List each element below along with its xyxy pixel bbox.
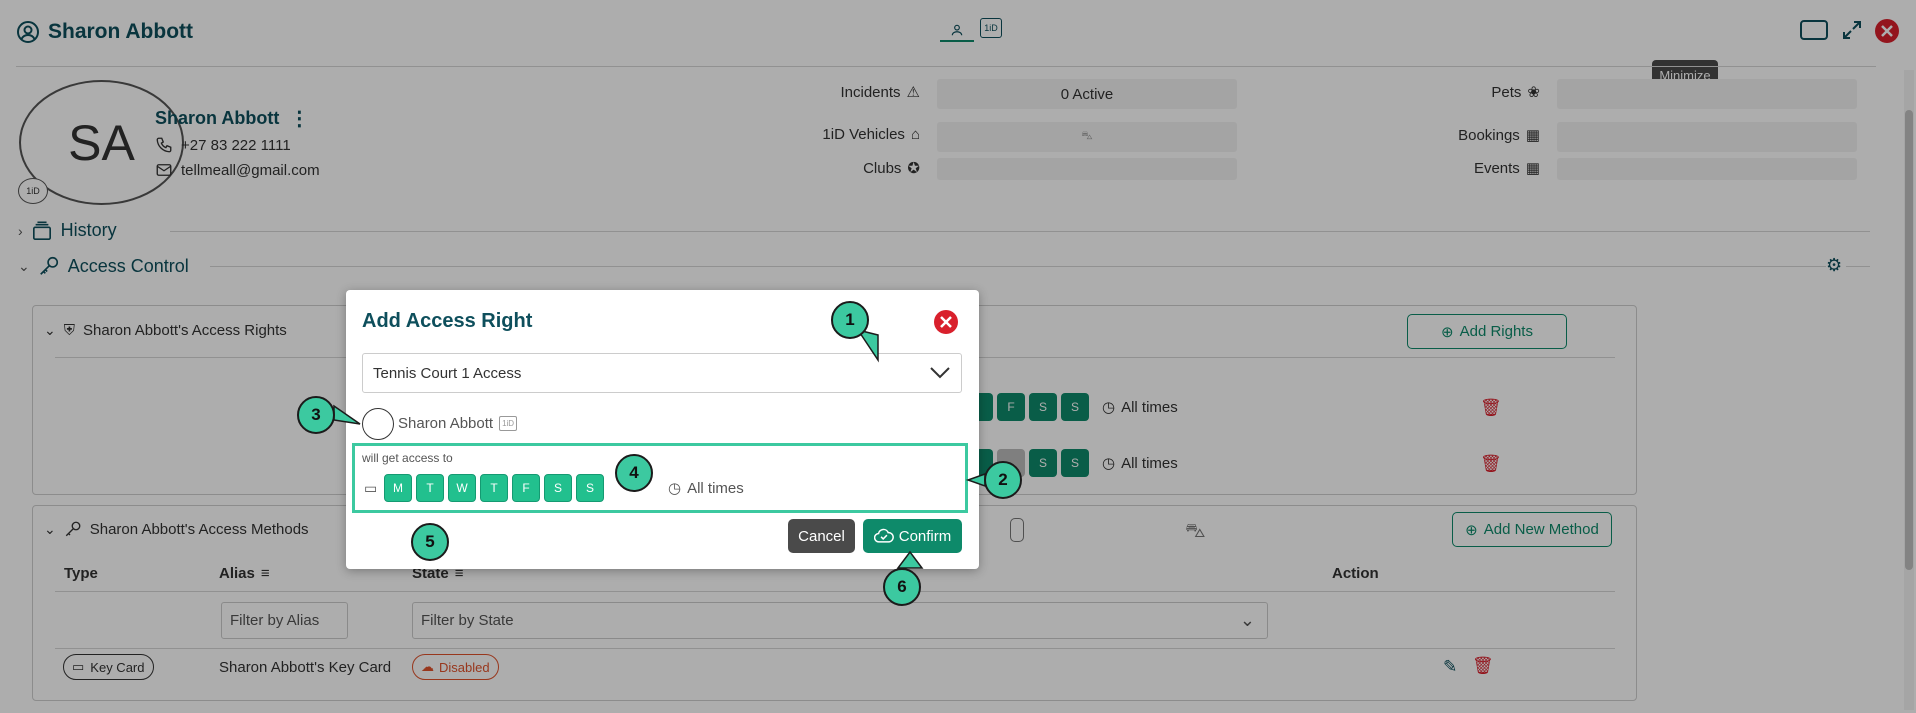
callout-3: 3	[297, 396, 335, 434]
callout-4: 4	[615, 454, 653, 492]
callout-5: 5	[411, 523, 449, 561]
callout-pointers	[333, 328, 986, 569]
callout-1: 1	[831, 301, 869, 339]
callout-2: 2	[984, 461, 1022, 499]
callout-6: 6	[883, 568, 921, 606]
